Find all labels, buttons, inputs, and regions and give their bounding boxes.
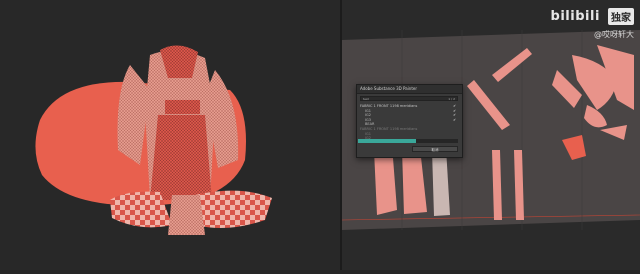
export-item-label: FABRIC 1 FRONT 1198 meridians	[360, 104, 418, 108]
dialog-field: test 1 / 2	[360, 96, 458, 101]
watermark: bilibili 独家 @哎呀轩大	[551, 6, 634, 40]
export-progress-bar	[358, 139, 458, 143]
cancel-button[interactable]: 取消	[412, 146, 458, 152]
export-item-list: FABRIC 1 FRONT 1198 meridians ✔ IG1 ✔ IG2 ✔ IG…	[360, 104, 458, 141]
export-item-label: IG1	[365, 108, 371, 113]
export-item-label: IG2	[365, 113, 371, 118]
garment-3d-model[interactable]	[0, 0, 340, 270]
export-item-label: IG3	[365, 117, 371, 122]
dialog-title: Adobe Substance 3D Painter	[357, 85, 462, 94]
uploader-name: @哎呀轩大	[594, 30, 634, 39]
dialog-field-value: 1 / 2	[448, 97, 455, 101]
bilibili-logo: bilibili	[550, 9, 600, 24]
export-item-label: BEAR	[365, 122, 375, 127]
export-progress-fill	[358, 139, 416, 143]
dialog-field-label: test	[363, 97, 369, 101]
export-item-label: IG1	[365, 131, 371, 136]
3d-viewport[interactable]	[0, 0, 340, 270]
exclusive-badge: 独家	[608, 8, 634, 25]
export-item-label: FABRIC 1 FRONT 1198 meridians	[360, 126, 418, 131]
